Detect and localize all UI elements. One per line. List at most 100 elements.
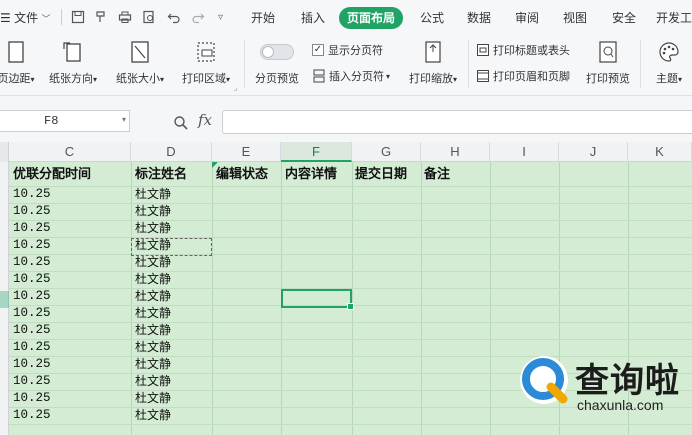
tab-home[interactable]: 开始 <box>243 7 283 29</box>
quick-access-dropdown-icon[interactable]: ▿ <box>218 0 223 34</box>
table-cell[interactable]: 10.25 <box>13 288 51 305</box>
table-cell[interactable]: 杜文静 <box>135 322 171 339</box>
format-painter-icon[interactable] <box>94 10 108 24</box>
table-cell[interactable]: 10.25 <box>13 271 51 288</box>
column-header-k[interactable]: K <box>628 142 692 162</box>
table-cell[interactable]: 10.25 <box>13 322 51 339</box>
table-cell[interactable]: 10.25 <box>13 305 51 322</box>
hamburger-icon: ☰ <box>0 11 11 25</box>
show-page-breaks-checkbox[interactable]: ✓ 显示分页符 <box>312 42 383 58</box>
header-cell-content-detail[interactable]: 内容详情 <box>285 162 337 186</box>
formula-input[interactable] <box>222 110 692 134</box>
name-box[interactable]: F8 ▾ <box>0 110 130 132</box>
orientation-button[interactable]: 纸张方向▾ <box>45 40 101 86</box>
chevron-down-icon: ﹀ <box>41 14 51 24</box>
copy-marquee <box>131 238 212 256</box>
print-icon[interactable] <box>118 10 132 24</box>
insert-page-break-button[interactable]: 插入分页符 ▾ <box>312 68 390 84</box>
column-header-f[interactable]: F <box>281 142 352 162</box>
fx-icon[interactable]: fx <box>198 111 212 129</box>
tab-review[interactable]: 审阅 <box>507 7 547 29</box>
print-preview-icon[interactable] <box>142 10 156 24</box>
row-header-selected[interactable] <box>0 291 9 308</box>
table-cell[interactable]: 10.25 <box>13 220 51 237</box>
group-expand-icon[interactable]: ⌟ <box>234 84 237 92</box>
checkbox-checked-icon: ✓ <box>312 44 324 56</box>
table-cell[interactable]: 10.25 <box>13 373 51 390</box>
print-titles-label: 打印标题或表头 <box>493 45 570 57</box>
save-icon[interactable] <box>71 10 85 24</box>
show-page-breaks-label: 显示分页符 <box>328 45 383 57</box>
tab-page-layout[interactable]: 页面布局 <box>339 7 404 29</box>
margins-button[interactable]: 页边距▾ <box>0 40 42 86</box>
table-cell[interactable]: 10.25 <box>13 186 51 203</box>
header-footer-button[interactable]: 打印页眉和页脚 <box>476 68 570 84</box>
menu-bar: ☰ 文件 ﹀ ▿ 开始 插入 页面布局 公式 数据 审阅 视图 安全 开发工 <box>0 0 692 34</box>
ribbon: 页边距▾ 纸张方向▾ 纸张大小▾ 打印区域▾ ⌟ 分页预览 ✓ 显示分页符 插入… <box>0 34 692 96</box>
table-cell[interactable]: 杜文静 <box>135 254 171 271</box>
print-area-button[interactable]: 打印区域▾ <box>177 40 235 86</box>
table-cell[interactable]: 10.25 <box>13 203 51 220</box>
undo-icon[interactable] <box>167 10 181 24</box>
paper-size-label: 纸张大小 <box>115 73 160 85</box>
table-cell[interactable]: 10.25 <box>13 254 51 271</box>
table-cell[interactable]: 杜文静 <box>135 407 171 424</box>
table-cell[interactable]: 杜文静 <box>135 220 171 237</box>
table-cell[interactable]: 10.25 <box>13 407 51 424</box>
page-break-preview-button[interactable]: 分页预览 <box>252 40 302 86</box>
table-cell[interactable]: 杜文静 <box>135 356 171 373</box>
tab-data[interactable]: 数据 <box>459 7 499 29</box>
table-cell[interactable]: 杜文静 <box>135 203 171 220</box>
table-cell[interactable]: 10.25 <box>13 390 51 407</box>
column-header-g[interactable]: G <box>352 142 421 162</box>
file-menu[interactable]: ☰ 文件 ﹀ <box>0 0 50 34</box>
tab-developer[interactable]: 开发工 <box>656 7 692 29</box>
theme-button[interactable]: 主题▾ <box>646 40 692 86</box>
header-cell-remarks[interactable]: 备注 <box>424 162 450 186</box>
table-cell[interactable]: 10.25 <box>13 356 51 373</box>
insert-page-break-icon <box>313 69 325 83</box>
column-header-i[interactable]: I <box>490 142 559 162</box>
chevron-down-icon: ▾ <box>386 71 391 81</box>
tab-formulas[interactable]: 公式 <box>412 7 452 29</box>
toggle-switch[interactable] <box>260 44 294 60</box>
table-cell[interactable]: 杜文静 <box>135 305 171 322</box>
table-cell[interactable]: 杜文静 <box>135 186 171 203</box>
theme-label: 主题 <box>655 73 678 85</box>
table-cell[interactable]: 杜文静 <box>135 390 171 407</box>
table-cell[interactable]: 杜文静 <box>135 373 171 390</box>
column-header-c[interactable]: C <box>9 142 131 162</box>
print-preview-button[interactable]: 打印预览 <box>582 40 634 86</box>
print-preview-label: 打印预览 <box>586 73 630 85</box>
tab-view[interactable]: 视图 <box>555 7 595 29</box>
tab-insert[interactable]: 插入 <box>293 7 333 29</box>
watermark-logo: 查询啦 chaxunla.com <box>515 345 691 430</box>
table-cell[interactable]: 杜文静 <box>135 288 171 305</box>
header-cell-submit-date[interactable]: 提交日期 <box>355 162 407 186</box>
table-cell[interactable]: 10.25 <box>13 339 51 356</box>
header-cell-annotator[interactable]: 标注姓名 <box>135 162 187 186</box>
header-footer-label: 打印页眉和页脚 <box>493 71 570 83</box>
column-header-e[interactable]: E <box>212 142 281 162</box>
table-cell[interactable]: 10.25 <box>13 237 51 254</box>
select-all-corner[interactable] <box>0 142 9 162</box>
print-titles-button[interactable]: 打印标题或表头 <box>476 42 570 58</box>
print-titles-icon <box>477 44 489 56</box>
zoom-search-icon[interactable] <box>173 115 189 131</box>
tab-security[interactable]: 安全 <box>604 7 644 29</box>
table-cell[interactable]: 杜文静 <box>135 271 171 288</box>
active-cell-f8[interactable] <box>281 289 354 310</box>
print-scaling-button[interactable]: 打印缩放▾ <box>404 40 462 86</box>
table-cell[interactable]: 杜文静 <box>135 339 171 356</box>
header-cell-edit-status[interactable]: 编辑状态 <box>216 162 268 186</box>
column-header-h[interactable]: H <box>421 142 490 162</box>
header-cell-assign-time[interactable]: 优联分配时间 <box>13 162 91 186</box>
header-footer-icon <box>477 70 489 82</box>
column-header-d[interactable]: D <box>131 142 212 162</box>
orientation-icon <box>63 42 81 62</box>
column-header-j[interactable]: J <box>559 142 628 162</box>
paper-size-button[interactable]: 纸张大小▾ <box>111 40 169 86</box>
redo-icon[interactable] <box>191 10 205 24</box>
formula-bar: F8 ▾ fx <box>0 104 692 136</box>
magnifier-logo-icon <box>520 356 568 404</box>
